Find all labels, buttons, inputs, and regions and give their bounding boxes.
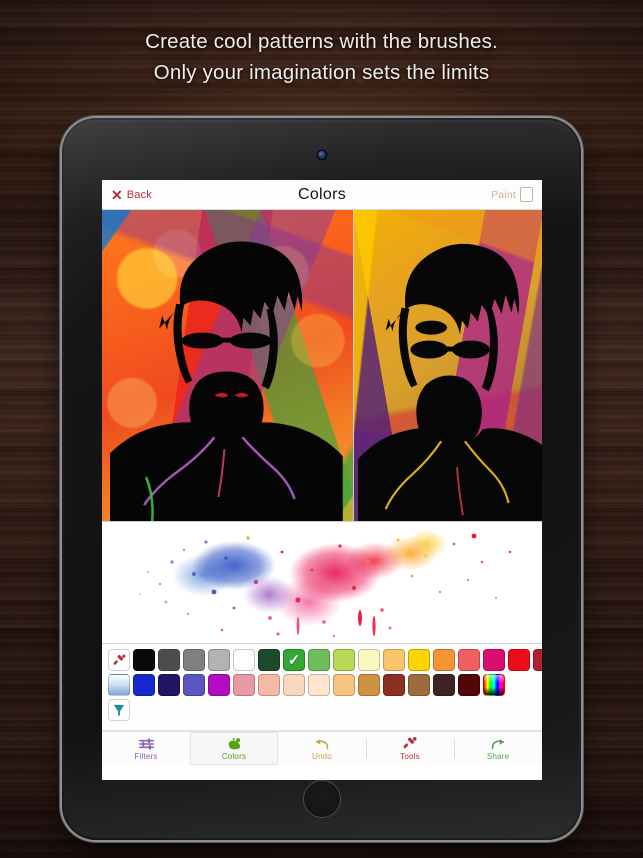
swatch-rust[interactable] (383, 674, 405, 696)
promo-line-2: Only your imagination sets the limits (153, 61, 490, 84)
tab-undo-label: Undo (312, 751, 332, 761)
fill-funnel-tool[interactable] (108, 699, 130, 721)
artwork-canvas[interactable] (102, 210, 542, 522)
palette-row-2 (108, 674, 536, 696)
page-title: Colors (297, 185, 347, 203)
swatch-pale-yellow[interactable] (358, 649, 380, 671)
back-button-label: Back (126, 188, 152, 201)
tab-undo[interactable]: Undo (278, 732, 366, 765)
swatch-apricot[interactable] (333, 674, 355, 696)
tablet-device: ✕ Back Colors Paint ✓ Filters Colors Und… (62, 118, 581, 840)
tab-colors-label: Colors (221, 751, 247, 761)
swatch-coral[interactable] (458, 649, 480, 671)
palette-row-1: ✓ (108, 649, 542, 671)
swatch-pink[interactable] (233, 674, 255, 696)
promo-headline: Create cool patterns with the brushes. O… (0, 26, 643, 88)
swatch-blue[interactable] (133, 674, 155, 696)
tab-share[interactable]: Share (454, 732, 542, 765)
back-button[interactable]: ✕ Back (111, 188, 152, 202)
sliders-icon (138, 737, 155, 751)
app-screen: ✕ Back Colors Paint ✓ Filters Colors Und… (102, 180, 542, 780)
swatch-indigo[interactable] (158, 674, 180, 696)
artwork-preview-filtered[interactable] (352, 210, 542, 521)
tab-tools[interactable]: Tools (366, 732, 454, 765)
brush-pick-icon (112, 654, 125, 665)
swatch-magenta[interactable] (483, 649, 505, 671)
swatch-purple[interactable] (208, 674, 230, 696)
swatch-dark-brown[interactable] (433, 674, 455, 696)
swatch-slate-purple[interactable] (183, 674, 205, 696)
funnel-icon (113, 704, 125, 716)
palette-row-3 (108, 699, 536, 721)
swatch-cream[interactable] (308, 674, 330, 696)
paint-splatter-canvas[interactable] (102, 522, 542, 644)
front-camera-icon (317, 151, 326, 159)
swatch-light-orange[interactable] (383, 649, 405, 671)
paint-sheet-icon (520, 187, 533, 202)
home-button-icon[interactable] (302, 780, 341, 818)
close-x-icon: ✕ (111, 186, 123, 203)
swatch-peach[interactable] (283, 674, 305, 696)
tab-colors[interactable]: Colors (190, 732, 278, 765)
color-picker-rainbow[interactable] (483, 674, 505, 696)
tab-tools-label: Tools (400, 751, 420, 761)
swatch-dark-green[interactable] (258, 649, 280, 671)
swatch-dark-gray[interactable] (158, 649, 180, 671)
splatter-droplets (139, 533, 512, 638)
bottom-tab-bar: Filters Colors Undo Tools Share (102, 731, 542, 765)
swatch-gray[interactable] (183, 649, 205, 671)
undo-arrow-icon (313, 737, 331, 751)
eyedropper-tool[interactable] (108, 649, 130, 671)
portrait-silhouette-right (354, 210, 542, 521)
tab-filters-label: Filters (134, 751, 158, 761)
tab-share-label: Share (486, 751, 510, 761)
swatch-tan[interactable] (358, 674, 380, 696)
artwork-preview-original[interactable] (102, 210, 353, 521)
paint-blob-icon (225, 737, 243, 751)
swatch-maroon[interactable] (458, 674, 480, 696)
swatch-black[interactable] (133, 649, 155, 671)
swatch-white[interactable] (233, 649, 255, 671)
swatch-orange[interactable] (433, 649, 455, 671)
check-icon: ✓ (287, 652, 301, 669)
share-arrow-icon (489, 737, 507, 751)
swatch-medium-green[interactable] (308, 649, 330, 671)
swatch-yellow[interactable] (408, 649, 430, 671)
promo-line-1: Create cool patterns with the brushes. (145, 30, 498, 53)
gradient-tool[interactable] (108, 674, 130, 696)
swatch-brown[interactable] (408, 674, 430, 696)
paint-button[interactable]: Paint (491, 187, 533, 202)
tab-filters[interactable]: Filters (102, 732, 190, 765)
swatch-salmon[interactable] (258, 674, 280, 696)
swatch-yellow-green[interactable] (333, 649, 355, 671)
swatch-green[interactable]: ✓ (283, 649, 305, 671)
swatch-crimson[interactable] (533, 649, 542, 671)
color-palette[interactable]: ✓ (102, 644, 542, 731)
app-navbar: ✕ Back Colors Paint (102, 180, 542, 210)
swatch-red[interactable] (508, 649, 530, 671)
swatch-light-gray[interactable] (208, 649, 230, 671)
portrait-silhouette-left (102, 210, 353, 521)
paint-button-label: Paint (491, 188, 516, 201)
brush-tool-icon (402, 737, 418, 751)
